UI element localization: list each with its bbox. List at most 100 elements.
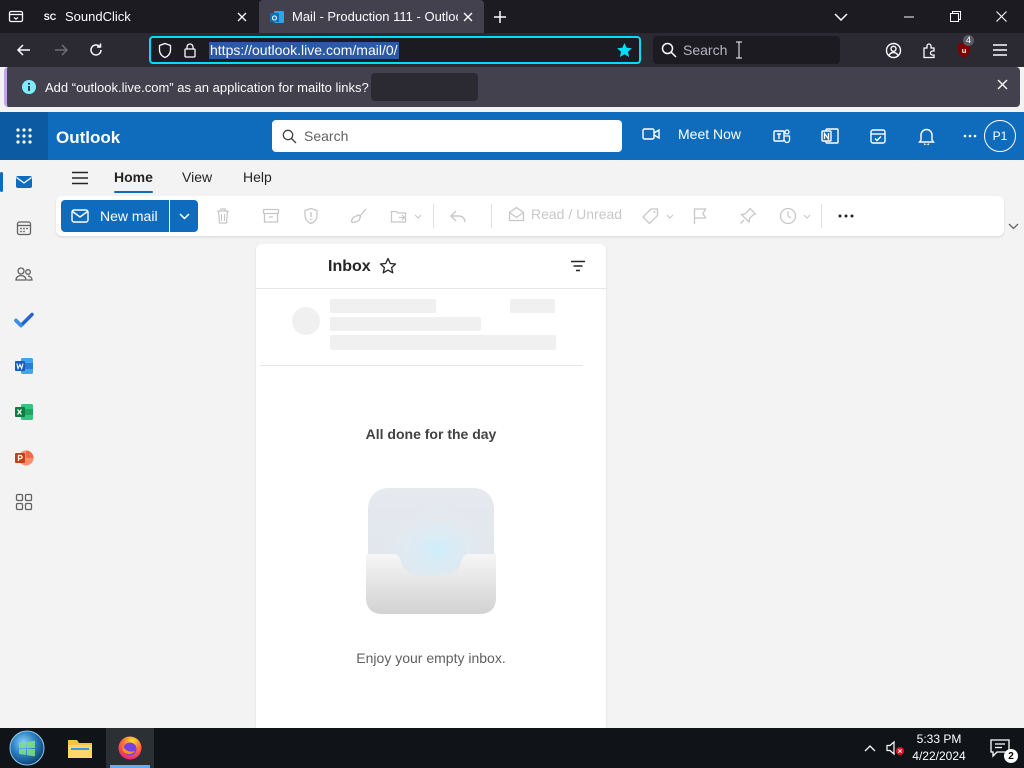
browser-search-bar[interactable]: Search bbox=[653, 36, 840, 64]
rail-item-calendar[interactable] bbox=[0, 208, 48, 248]
start-button[interactable] bbox=[2, 728, 52, 768]
shield-icon bbox=[304, 207, 318, 225]
url-text[interactable]: https://outlook.live.com/mail/0/ bbox=[209, 42, 399, 59]
meet-now-button[interactable]: Meet Now bbox=[642, 126, 741, 142]
reload-button[interactable] bbox=[84, 38, 108, 62]
ribbon-separator bbox=[821, 204, 822, 228]
new-mail-button[interactable]: New mail bbox=[61, 200, 169, 232]
read-unread-button[interactable]: Read / Unread bbox=[508, 206, 622, 222]
rail-item-mail[interactable] bbox=[0, 162, 48, 202]
tab-title: SoundClick bbox=[65, 9, 131, 24]
plus-icon bbox=[494, 11, 506, 23]
envelope-open-icon bbox=[508, 206, 525, 222]
more-options-button[interactable] bbox=[958, 124, 982, 148]
onenote-button[interactable] bbox=[818, 124, 842, 148]
new-tab-button[interactable] bbox=[488, 5, 512, 29]
navigation-pane-toggle[interactable] bbox=[68, 166, 92, 190]
rail-item-excel[interactable] bbox=[0, 392, 48, 432]
rail-item-people[interactable] bbox=[0, 254, 48, 294]
tab-home[interactable]: Home bbox=[114, 169, 153, 193]
notification-action-button[interactable] bbox=[371, 73, 478, 101]
extensions-button[interactable] bbox=[917, 38, 941, 62]
volume-button[interactable] bbox=[882, 728, 908, 768]
taskbar-file-explorer[interactable] bbox=[56, 728, 104, 768]
forward-button[interactable] bbox=[49, 38, 73, 62]
waffle-grid-icon bbox=[16, 128, 32, 144]
rail-item-powerpoint[interactable] bbox=[0, 438, 48, 478]
onenote-icon bbox=[821, 128, 839, 144]
arrow-right-icon bbox=[55, 44, 69, 56]
flag-button[interactable] bbox=[690, 206, 710, 226]
pin-button[interactable] bbox=[738, 206, 758, 226]
system-clock[interactable]: 5:33 PM 4/22/2024 bbox=[908, 731, 970, 765]
search-placeholder: Search bbox=[304, 128, 349, 144]
tab-outlook-mail[interactable]: O Mail - Production 111 - Outlook bbox=[259, 0, 484, 33]
folder-icon bbox=[68, 740, 92, 758]
folder-title: Inbox bbox=[328, 258, 371, 275]
rail-item-more-apps[interactable] bbox=[0, 482, 48, 522]
snooze-button[interactable] bbox=[778, 206, 812, 226]
archive-button[interactable] bbox=[261, 206, 281, 226]
more-actions-button[interactable] bbox=[836, 206, 856, 226]
move-to-button[interactable] bbox=[389, 206, 423, 226]
hamburger-menu-icon bbox=[72, 171, 88, 185]
tab-help[interactable]: Help bbox=[243, 169, 272, 185]
filter-icon[interactable] bbox=[568, 256, 588, 276]
taskbar-firefox[interactable] bbox=[106, 728, 154, 768]
sender-skeleton bbox=[330, 299, 436, 313]
close-notification-icon[interactable] bbox=[997, 79, 1008, 90]
delete-button[interactable] bbox=[213, 206, 233, 226]
sweep-button[interactable] bbox=[349, 206, 369, 226]
show-hidden-icons-button[interactable] bbox=[858, 728, 882, 768]
close-window-button[interactable] bbox=[978, 0, 1024, 33]
close-tab-icon[interactable] bbox=[232, 7, 252, 27]
notifications-button[interactable] bbox=[914, 124, 938, 148]
account-avatar[interactable]: P1 bbox=[984, 120, 1016, 152]
minimize-button[interactable] bbox=[886, 0, 932, 33]
app-menu-button[interactable] bbox=[988, 38, 1012, 62]
mail-search-input[interactable]: Search bbox=[272, 120, 622, 152]
new-mail-dropdown-button[interactable] bbox=[170, 200, 198, 232]
list-all-tabs-button[interactable] bbox=[4, 4, 28, 28]
close-tab-icon[interactable] bbox=[458, 7, 478, 27]
account-button[interactable] bbox=[881, 38, 905, 62]
empty-state-subtitle: Enjoy your empty inbox. bbox=[356, 650, 506, 666]
bell-icon bbox=[917, 128, 935, 145]
tab-soundclick[interactable]: SC SoundClick bbox=[32, 0, 258, 33]
teams-button[interactable] bbox=[770, 124, 794, 148]
extension-badge: 4 bbox=[963, 35, 975, 46]
report-button[interactable] bbox=[301, 206, 321, 226]
calendar-check-icon bbox=[870, 129, 886, 144]
soundclick-favicon-icon: SC bbox=[43, 11, 57, 22]
rail-item-todo[interactable] bbox=[0, 300, 48, 340]
app-launcher-button[interactable] bbox=[0, 112, 48, 160]
ribbon-collapse-button[interactable] bbox=[1005, 218, 1021, 234]
ellipsis-icon bbox=[838, 214, 854, 218]
search-icon bbox=[661, 42, 677, 58]
rail-item-word[interactable] bbox=[0, 346, 48, 386]
chevron-down-icon bbox=[178, 212, 190, 220]
restore-button[interactable] bbox=[932, 0, 978, 33]
reply-button[interactable] bbox=[448, 206, 468, 226]
tab-view[interactable]: View bbox=[182, 169, 212, 185]
bookmark-star-icon[interactable] bbox=[616, 42, 633, 59]
action-center-button[interactable]: 2 bbox=[976, 728, 1024, 768]
tab-overflow-button[interactable] bbox=[818, 0, 864, 33]
my-day-button[interactable] bbox=[866, 124, 890, 148]
categorize-button[interactable] bbox=[641, 206, 675, 226]
outlook-brand[interactable]: Outlook bbox=[56, 128, 120, 148]
tracking-protection-shield-icon[interactable] bbox=[157, 42, 173, 59]
back-button[interactable] bbox=[12, 38, 36, 62]
flag-icon bbox=[693, 208, 707, 224]
url-bar[interactable]: https://outlook.live.com/mail/0/ bbox=[149, 36, 641, 64]
empty-state-title: All done for the day bbox=[365, 426, 497, 442]
ublock-extension-button[interactable]: u 4 bbox=[952, 35, 976, 62]
outlook-favicon-icon: O bbox=[269, 9, 285, 25]
mailto-handler-notification: Add “outlook.live.com” as an application… bbox=[4, 67, 1020, 107]
favorite-star-icon[interactable] bbox=[378, 256, 398, 276]
reload-icon bbox=[90, 43, 102, 56]
lock-icon[interactable] bbox=[183, 42, 197, 59]
close-icon bbox=[995, 11, 1007, 22]
todo-checkmark-icon bbox=[14, 312, 34, 328]
empty-inbox-tray-illustration bbox=[366, 486, 496, 614]
